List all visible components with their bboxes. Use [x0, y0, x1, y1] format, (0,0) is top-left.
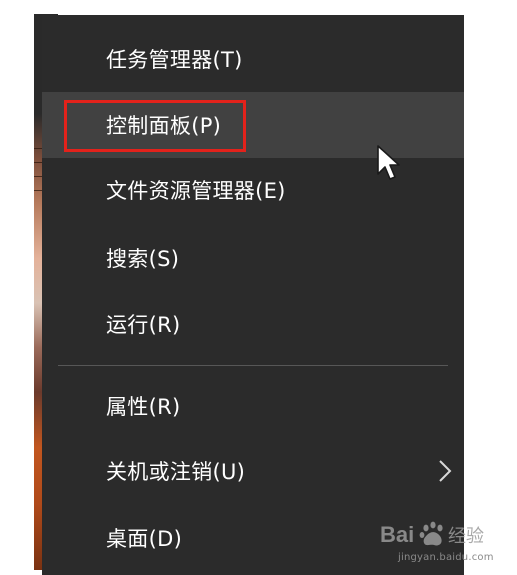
mouse-pointer-icon [377, 145, 400, 180]
menu-item-properties[interactable]: 属性(R) [42, 373, 464, 439]
menu-item-label: 文件资源管理器(E) [106, 179, 286, 203]
menu-item-label: 桌面(D) [106, 527, 183, 551]
menu-item-label: 搜索(S) [106, 247, 180, 271]
menu-item-run[interactable]: 运行(R) [42, 291, 464, 357]
svg-text:经验: 经验 [448, 526, 484, 546]
menu-item-label: 属性(R) [106, 395, 181, 419]
menu-item-shutdown-or-sign-out[interactable]: 关机或注销(U) [42, 438, 464, 504]
baidu-jingyan-watermark: Bai 经验 jingyan.baidu.com [378, 518, 498, 568]
screenshot: 任务管理器(T) 控制面板(P) 文件资源管理器(E) 搜索(S) 运行(R) … [0, 0, 517, 575]
svg-text:Bai: Bai [380, 522, 414, 547]
chevron-right-icon [439, 460, 452, 482]
menu-separator [58, 365, 448, 366]
menu-item-task-manager[interactable]: 任务管理器(T) [42, 26, 464, 92]
context-menu: 任务管理器(T) 控制面板(P) 文件资源管理器(E) 搜索(S) 运行(R) … [42, 15, 464, 575]
menu-item-label: 关机或注销(U) [106, 460, 246, 484]
menu-item-search[interactable]: 搜索(S) [42, 225, 464, 291]
watermark-url: jingyan.baidu.com [398, 552, 494, 563]
menu-item-label: 运行(R) [106, 313, 181, 337]
baidu-logo-icon: Bai 经验 [380, 521, 484, 547]
menu-item-label: 控制面板(P) [106, 114, 222, 138]
menu-item-label: 任务管理器(T) [106, 48, 243, 72]
